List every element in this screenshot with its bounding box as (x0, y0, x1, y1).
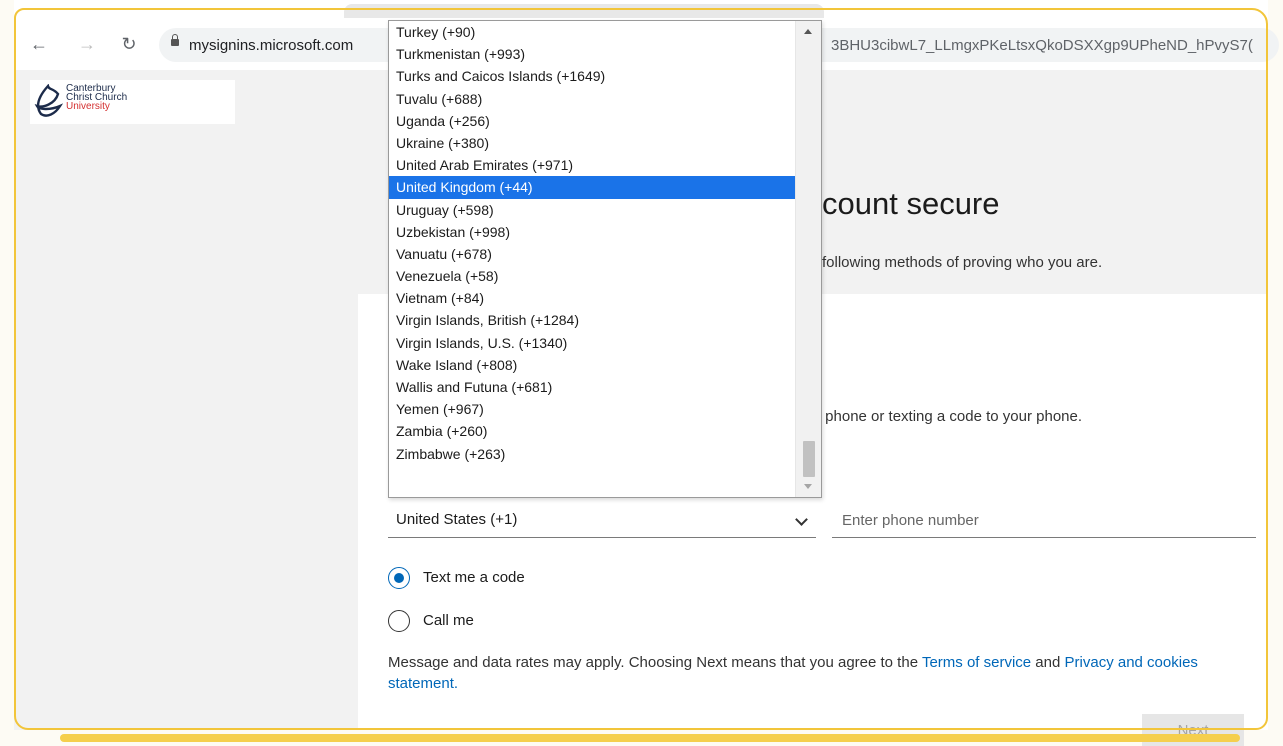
country-option[interactable]: Turkey (+90) (389, 21, 795, 43)
dropdown-scrollbar[interactable] (795, 21, 821, 497)
country-option[interactable]: Tuvalu (+688) (389, 88, 795, 110)
legal-text: Message and data rates may apply. Choosi… (388, 654, 922, 671)
trinity-knot-icon (34, 84, 63, 117)
highlight-frame-bottom (60, 734, 1240, 742)
browser-tab[interactable] (344, 4, 824, 18)
legal-and: and (1031, 654, 1065, 671)
text-me-radio[interactable] (388, 567, 410, 589)
terms-link[interactable]: Terms of service (922, 654, 1031, 671)
country-option[interactable]: Venezuela (+58) (389, 265, 795, 287)
legal-notice: Message and data rates may apply. Choosi… (388, 652, 1248, 694)
country-option[interactable]: Uganda (+256) (389, 110, 795, 132)
university-logo: Canterbury Christ Church University (30, 80, 235, 124)
country-option[interactable]: Virgin Islands, British (+1284) (389, 309, 795, 331)
method-description: r phone or texting a code to your phone. (816, 408, 1083, 425)
country-option[interactable]: Zambia (+260) (389, 420, 795, 442)
page-subtitle: following methods of proving who you are… (822, 254, 1103, 271)
scroll-up-icon[interactable] (804, 29, 812, 34)
country-dropdown-list[interactable]: Turkey (+90) Turkmenistan (+993) Turks and… (388, 20, 822, 498)
url-path: 3BHU3cibwL7_LLmgxPKeLtsxQkoDSXXgp9UPheND… (831, 37, 1253, 54)
scroll-down-icon[interactable] (804, 484, 812, 489)
country-option[interactable]: Virgin Islands, U.S. (+1340) (389, 332, 795, 354)
country-option[interactable]: Wallis and Futuna (+681) (389, 376, 795, 398)
country-option[interactable]: United Kingdom (+44) (389, 176, 795, 199)
country-option[interactable]: Ukraine (+380) (389, 132, 795, 154)
country-option[interactable]: Vanuatu (+678) (389, 243, 795, 265)
country-option[interactable]: Uzbekistan (+998) (389, 221, 795, 243)
country-option[interactable]: Zimbabwe (+263) (389, 443, 795, 465)
lock-icon[interactable] (171, 34, 179, 46)
country-options: Turkey (+90) Turkmenistan (+993) Turks and… (389, 21, 795, 465)
logo-text: Canterbury Christ Church University (66, 84, 127, 112)
country-option[interactable]: Turks and Caicos Islands (+1649) (389, 65, 795, 87)
country-option[interactable]: Vietnam (+84) (389, 287, 795, 309)
back-arrow-icon[interactable]: ← (28, 33, 50, 55)
country-option[interactable]: Yemen (+967) (389, 398, 795, 420)
reload-icon[interactable]: ↻ (118, 33, 140, 55)
browser-tab-bar (14, 0, 1268, 22)
text-me-label[interactable]: Text me a code (423, 569, 525, 586)
scroll-thumb[interactable] (803, 441, 815, 477)
country-option[interactable]: Uruguay (+598) (389, 199, 795, 221)
chevron-down-icon[interactable] (795, 513, 808, 526)
call-me-label[interactable]: Call me (423, 612, 474, 629)
logo-line-3: University (66, 101, 110, 112)
phone-number-input[interactable] (832, 504, 1256, 538)
forward-arrow-icon[interactable]: → (76, 33, 98, 55)
country-option[interactable]: Turkmenistan (+993) (389, 43, 795, 65)
call-me-radio[interactable] (388, 610, 410, 632)
country-option[interactable]: Wake Island (+808) (389, 354, 795, 376)
country-code-select[interactable]: United States (+1) (388, 502, 816, 538)
page-title: count secure (822, 186, 1000, 221)
country-code-value: United States (+1) (396, 511, 518, 528)
country-option[interactable]: United Arab Emirates (+971) (389, 154, 795, 176)
url-host: mysignins.microsoft.com (189, 37, 354, 54)
